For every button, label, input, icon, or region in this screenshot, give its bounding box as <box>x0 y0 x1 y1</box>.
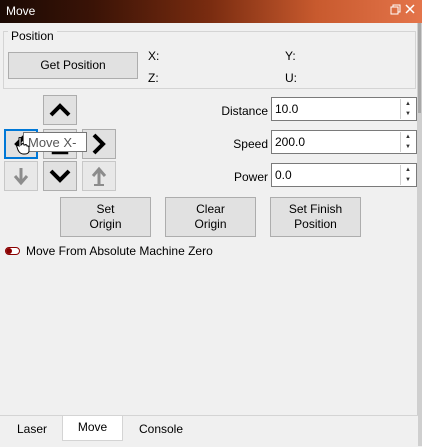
arrow-up-icon <box>49 103 71 117</box>
spin-up-icon[interactable]: ▲ <box>401 99 415 109</box>
speed-value: 200.0 <box>275 135 306 149</box>
scrollbar[interactable] <box>417 23 422 446</box>
cursor-icon <box>16 137 30 155</box>
power-value: 0.0 <box>275 168 292 182</box>
spin-down-icon[interactable]: ▼ <box>401 109 415 119</box>
arrow-down-icon <box>49 169 71 183</box>
z-down-icon <box>13 168 29 186</box>
distance-label: Distance <box>221 104 268 118</box>
power-spinbox[interactable]: 0.0 ▲ ▼ <box>271 163 417 187</box>
x-coordinate-label: X: <box>148 49 160 63</box>
u-coordinate-label: U: <box>285 71 297 85</box>
distance-spinbox[interactable]: 10.0 ▲ ▼ <box>271 97 417 121</box>
z-up-icon <box>91 166 107 186</box>
tab-move[interactable]: Move <box>62 416 123 441</box>
jog-down-button[interactable] <box>43 161 77 191</box>
distance-value: 10.0 <box>275 102 299 116</box>
spin-up-icon[interactable]: ▲ <box>401 165 415 175</box>
clear-origin-button[interactable]: Clear Origin <box>165 197 256 237</box>
jog-z-up-button[interactable] <box>82 161 116 191</box>
restore-window-icon[interactable] <box>388 4 402 18</box>
position-group-title: Position <box>8 29 57 43</box>
tab-laser[interactable]: Laser <box>4 418 60 440</box>
tooltip: Move X- <box>23 132 87 152</box>
title-bar: Move <box>0 0 422 23</box>
speed-spinbox[interactable]: 200.0 ▲ ▼ <box>271 130 417 154</box>
jog-z-down-button[interactable] <box>4 161 38 191</box>
tab-bar: Laser Move Console <box>0 415 418 447</box>
power-label: Power <box>233 170 268 184</box>
arrow-right-icon <box>92 133 106 155</box>
jog-up-button[interactable] <box>43 95 77 125</box>
z-coordinate-label: Z: <box>148 71 159 85</box>
window-title: Move <box>6 4 36 18</box>
absolute-zero-label: Move From Absolute Machine Zero <box>26 244 213 258</box>
spin-up-icon[interactable]: ▲ <box>401 132 415 142</box>
spin-down-icon[interactable]: ▼ <box>401 175 415 185</box>
set-origin-button[interactable]: Set Origin <box>60 197 151 237</box>
tab-console[interactable]: Console <box>126 418 196 440</box>
speed-label: Speed <box>233 137 268 151</box>
absolute-zero-toggle[interactable] <box>5 247 20 255</box>
move-panel: Position Get Position X: Y: Z: U: Distan… <box>0 23 418 415</box>
jog-right-button[interactable] <box>82 129 116 159</box>
y-coordinate-label: Y: <box>285 49 296 63</box>
close-icon[interactable] <box>403 4 417 18</box>
spin-down-icon[interactable]: ▼ <box>401 142 415 152</box>
get-position-button[interactable]: Get Position <box>8 52 138 79</box>
set-finish-position-button[interactable]: Set Finish Position <box>270 197 361 237</box>
